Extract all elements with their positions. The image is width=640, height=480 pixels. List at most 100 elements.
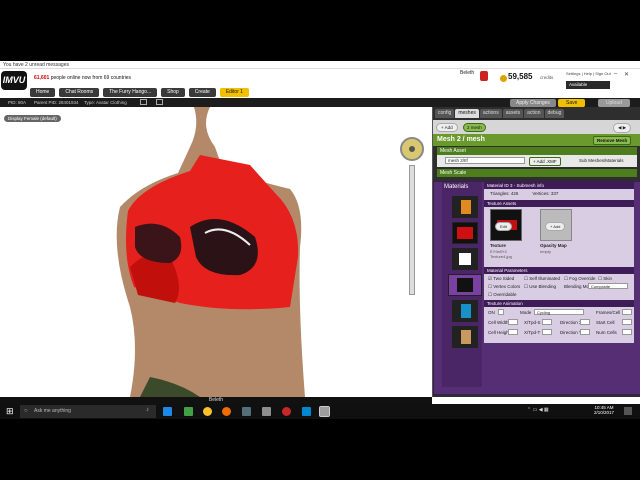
add-xmf-button[interactable]: + Add .XMF [529, 157, 561, 166]
remove-mesh-button[interactable]: Remove Mesh [593, 136, 632, 145]
texture-file: Texture4.jpg [490, 254, 512, 259]
fog-override-checkbox[interactable]: ☐ Fog Override [564, 276, 596, 282]
sub-meshes-label[interactable]: Sub Meshes/Materials [579, 158, 624, 163]
edit-texture-button[interactable]: Edit [495, 222, 512, 231]
tab-home[interactable]: Home [30, 88, 56, 97]
material-item[interactable] [452, 300, 478, 322]
username[interactable]: Beleth [460, 70, 474, 76]
avatar[interactable] [480, 71, 488, 81]
start-cell-input[interactable] [622, 319, 632, 325]
material-item-selected[interactable] [448, 274, 482, 296]
texture-animation-header[interactable]: Texture Animation [484, 300, 634, 307]
material-item[interactable] [452, 248, 478, 270]
opacity-map-thumbnail[interactable]: + Add [540, 209, 572, 241]
material-thumb [461, 200, 471, 214]
app-icon[interactable] [262, 407, 271, 416]
add-opacity-button[interactable]: + Add [545, 222, 566, 231]
imvu-logo[interactable]: IMVU [1, 71, 27, 90]
scroll-arrows-icon[interactable]: ◀ ▶ [613, 123, 632, 133]
unread-messages-notice[interactable]: You have 2 unread messages [0, 61, 640, 69]
self-illuminated-checkbox[interactable]: ☐ Self Illuminated [524, 276, 560, 282]
material-item[interactable] [452, 326, 478, 348]
anim-mode-select[interactable]: Cycling [534, 309, 584, 315]
frames-cell-input[interactable] [622, 309, 632, 315]
type-label: Type: Avatar Clothing [84, 100, 127, 105]
copy-icon[interactable] [140, 99, 147, 105]
start-cell-label: Start Cell [596, 320, 615, 325]
save-button[interactable]: Save [558, 99, 586, 107]
folder-icon[interactable] [156, 99, 163, 105]
tab-debug[interactable]: debug [544, 109, 565, 118]
tab-chat-rooms[interactable]: Chat Rooms [59, 88, 100, 97]
cell-width-input[interactable] [508, 319, 518, 325]
close-icon[interactable]: ✕ [624, 71, 629, 78]
imvu-taskbar-icon[interactable] [319, 406, 330, 417]
mesh-select[interactable]: mesh 2/IIf [445, 157, 525, 164]
blending-mode-select[interactable]: Composite [588, 283, 628, 289]
two-sided-checkbox[interactable]: ☑ Two Sided [488, 276, 514, 282]
tab-shop[interactable]: Shop [161, 88, 185, 97]
materials-panel: Materials Material ID 3 - Submesh info T… [433, 181, 640, 395]
material-params-header[interactable]: Material Parameters [484, 267, 634, 274]
cell-height-input[interactable] [508, 329, 518, 335]
app-icon[interactable] [184, 407, 193, 416]
explorer-icon[interactable] [163, 407, 172, 416]
add-mesh-button[interactable]: + Add [436, 123, 458, 132]
mesh-2-tab[interactable]: 2 mesh [463, 123, 486, 132]
app-icon[interactable] [282, 407, 291, 416]
cortana-search-box[interactable]: Ask me anything [20, 405, 156, 418]
use-blending-checkbox[interactable]: ☐ Use Blending [524, 284, 556, 290]
tab-action[interactable]: action [524, 109, 544, 118]
tab-actions[interactable]: actions [479, 109, 502, 118]
vertex-colors-checkbox[interactable]: ☐ Vertex Colors [488, 284, 520, 290]
direction-y-input[interactable] [580, 329, 590, 335]
zoom-slider[interactable] [409, 165, 415, 295]
windows-start-icon[interactable]: ⊞ [6, 407, 15, 416]
app-icon[interactable] [242, 407, 251, 416]
letterbox-top [0, 0, 640, 61]
apply-changes-button[interactable]: Apply Changes [510, 99, 556, 107]
account-links[interactable]: Settings | Help | Sign Out [566, 71, 611, 76]
upload-button[interactable]: Upload [598, 99, 630, 107]
app-icon[interactable] [302, 407, 311, 416]
firefox-icon[interactable] [222, 407, 231, 416]
credits-label: credits [540, 75, 554, 80]
camera-nav-control[interactable] [400, 137, 424, 161]
tab-assets[interactable]: assets [502, 109, 524, 118]
material-info-header[interactable]: Material ID 3 - Submesh info [484, 182, 634, 189]
direction-y-label: Direction Y [560, 330, 582, 335]
chrome-icon[interactable] [203, 407, 212, 416]
avatar-preview-scene[interactable]: Display Female (default) [0, 107, 432, 397]
material-item[interactable] [452, 196, 478, 218]
tab-furry-hangout[interactable]: The Furry Hango... [103, 88, 158, 97]
triangles-count: Triangles: 426 [490, 191, 519, 196]
texture-assets-body: Edit Texture EY9x8Y4 Texture4.jpg + Add … [484, 207, 634, 267]
overridable-checkbox[interactable]: ☐ Overridable [488, 292, 517, 298]
system-tray-icons[interactable]: ⌃ ▭ ◀ ▦ [527, 407, 549, 413]
texture-thumbnail[interactable]: Edit [490, 209, 522, 241]
mesh-asset-header[interactable]: Mesh Asset [437, 147, 637, 155]
xtpd-t-input[interactable] [542, 329, 552, 335]
microphone-icon[interactable]: ♪ [146, 407, 149, 413]
anim-on-checkbox[interactable] [498, 309, 504, 315]
mesh-scale-header[interactable]: Mesh Scale [437, 169, 637, 177]
mesh-title: Mesh 2 / mesh [437, 136, 485, 143]
clock[interactable]: 10:45 AM 2/10/2017 [594, 405, 614, 415]
vertices-count: Vertices: 337 [532, 191, 559, 196]
mesh-title-bar: Mesh 2 / mesh Remove Mesh [433, 134, 640, 146]
notifications-icon[interactable] [624, 407, 632, 415]
num-cells-label: Num Cells [596, 330, 617, 335]
xtpd-s-input[interactable] [542, 319, 552, 325]
texture-assets-header[interactable]: Texture Assets [484, 200, 634, 207]
tab-config[interactable]: config [435, 109, 455, 118]
material-params-body: ☑ Two Sided ☐ Self Illuminated ☐ Fog Ove… [484, 274, 634, 300]
tab-create[interactable]: Create [188, 88, 216, 97]
status-select[interactable]: Available [566, 81, 610, 89]
cell-height-label: Cell Height [488, 330, 511, 335]
tab-editor[interactable]: Editor 1 [219, 88, 250, 97]
num-cells-input[interactable] [622, 329, 632, 335]
minimize-icon[interactable]: – [614, 71, 617, 77]
material-item[interactable] [452, 222, 478, 244]
tab-meshes[interactable]: meshes [455, 109, 479, 118]
direction-x-input[interactable] [580, 319, 590, 325]
